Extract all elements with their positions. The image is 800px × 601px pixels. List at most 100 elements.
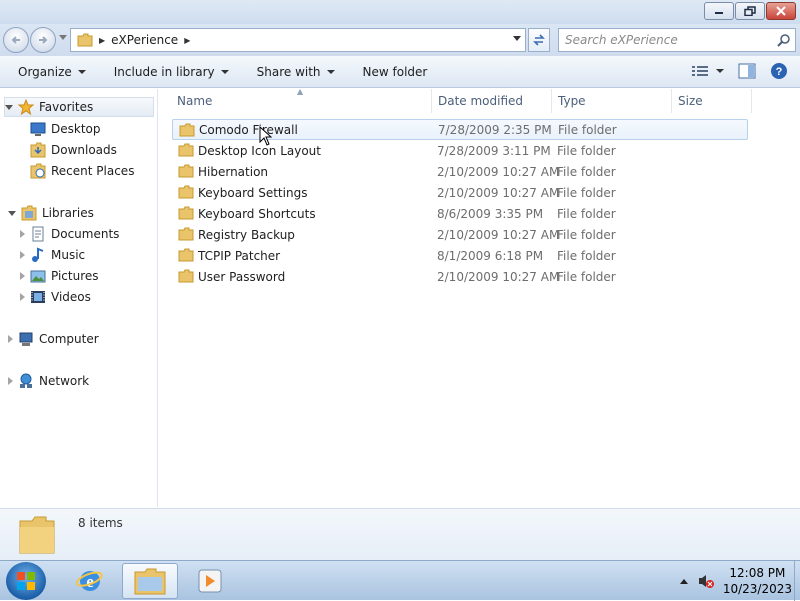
column-header-date-modified[interactable]: Date modified bbox=[432, 89, 552, 113]
nav-libraries[interactable]: Libraries bbox=[8, 203, 94, 223]
taskbar-internet-explorer[interactable]: e bbox=[62, 563, 118, 599]
expand-icon[interactable] bbox=[8, 335, 13, 343]
nav-libraries-label: Libraries bbox=[42, 206, 94, 220]
file-row[interactable]: Hibernation 2/10/2009 10:27 AM File fold… bbox=[172, 161, 748, 182]
search-icon[interactable] bbox=[777, 33, 791, 47]
include-in-library-label: Include in library bbox=[113, 64, 215, 79]
nav-documents[interactable]: Documents bbox=[20, 224, 119, 244]
column-header-name[interactable]: Name ▲ bbox=[159, 87, 432, 113]
nav-computer[interactable]: Computer bbox=[8, 329, 99, 349]
file-row[interactable]: User Password 2/10/2009 10:27 AM File fo… bbox=[172, 266, 748, 287]
taskbar: e 12:08 PM 10/23/2023 bbox=[0, 560, 800, 601]
view-details-icon bbox=[692, 66, 708, 76]
recent-places-icon bbox=[30, 163, 46, 179]
file-type: File folder bbox=[557, 269, 616, 284]
nav-downloads[interactable]: Downloads bbox=[30, 140, 117, 160]
expand-icon[interactable] bbox=[8, 210, 16, 216]
file-type: File folder bbox=[557, 227, 616, 242]
breadcrumb-separator-icon[interactable]: ▶ bbox=[184, 36, 190, 45]
nav-favorites[interactable]: Favorites bbox=[4, 97, 154, 117]
breadcrumb-separator-icon[interactable]: ▶ bbox=[99, 36, 105, 45]
file-type: File folder bbox=[558, 122, 617, 137]
start-button[interactable] bbox=[6, 562, 46, 600]
desktop-icon bbox=[30, 122, 46, 136]
column-header-size[interactable]: Size bbox=[672, 89, 752, 113]
internet-explorer-icon: e bbox=[75, 571, 103, 591]
expand-icon[interactable] bbox=[20, 293, 25, 301]
address-row: ▶ eXPerience ▶ Search eXPerience bbox=[0, 24, 800, 56]
include-in-library-button[interactable]: Include in library bbox=[114, 65, 229, 79]
folder-icon bbox=[77, 33, 93, 47]
folder-icon bbox=[178, 185, 194, 199]
folder-icon bbox=[178, 248, 194, 262]
column-header-name-label: Name bbox=[177, 94, 213, 108]
share-with-button[interactable]: Share with bbox=[257, 65, 335, 79]
forward-button[interactable] bbox=[30, 27, 56, 53]
back-button[interactable] bbox=[3, 27, 29, 53]
nav-videos[interactable]: Videos bbox=[20, 287, 91, 307]
system-clock[interactable]: 12:08 PM 10/23/2023 bbox=[723, 565, 792, 597]
mouse-cursor-icon bbox=[259, 126, 273, 146]
sort-ascending-icon: ▲ bbox=[297, 87, 304, 96]
search-input[interactable]: Search eXPerience bbox=[565, 33, 777, 47]
file-row[interactable]: Keyboard Settings 2/10/2009 10:27 AM Fil… bbox=[172, 182, 748, 203]
preview-pane-icon[interactable] bbox=[738, 63, 756, 79]
nav-desktop[interactable]: Desktop bbox=[30, 119, 101, 139]
nav-network[interactable]: Network bbox=[8, 371, 89, 391]
forward-arrow-icon bbox=[39, 36, 48, 44]
expand-icon[interactable] bbox=[20, 230, 25, 238]
show-hidden-icons-icon[interactable] bbox=[679, 577, 689, 585]
recent-pages-dropdown-icon[interactable] bbox=[59, 35, 67, 41]
nav-recent-places[interactable]: Recent Places bbox=[30, 161, 134, 181]
pictures-icon bbox=[30, 270, 46, 283]
file-date: 7/28/2009 2:35 PM bbox=[438, 122, 552, 137]
expand-icon[interactable] bbox=[8, 377, 13, 385]
expand-icon[interactable] bbox=[5, 104, 13, 110]
music-note-icon bbox=[32, 247, 44, 262]
search-box[interactable]: Search eXPerience bbox=[558, 28, 796, 52]
column-header-date-label: Date modified bbox=[438, 94, 524, 108]
file-date: 2/10/2009 10:27 AM bbox=[437, 185, 560, 200]
file-row[interactable]: Keyboard Shortcuts 8/6/2009 3:35 PM File… bbox=[172, 203, 748, 224]
file-row[interactable]: TCPIP Patcher 8/1/2009 6:18 PM File fold… bbox=[172, 245, 748, 266]
column-header-type[interactable]: Type bbox=[552, 89, 672, 113]
restore-button[interactable] bbox=[735, 2, 765, 20]
address-bar[interactable]: ▶ eXPerience ▶ bbox=[70, 28, 526, 52]
folder-icon bbox=[178, 227, 194, 241]
clock-time: 12:08 PM bbox=[729, 566, 786, 580]
file-name: Keyboard Shortcuts bbox=[198, 206, 316, 221]
breadcrumb-experience[interactable]: eXPerience bbox=[111, 33, 178, 47]
new-folder-button[interactable]: New folder bbox=[363, 65, 428, 79]
windows-logo-icon bbox=[17, 572, 35, 590]
close-button[interactable] bbox=[766, 2, 796, 20]
change-view-button[interactable] bbox=[692, 65, 724, 77]
nav-music[interactable]: Music bbox=[20, 245, 85, 265]
nav-pictures[interactable]: Pictures bbox=[20, 266, 99, 286]
expand-icon[interactable] bbox=[20, 272, 25, 280]
taskbar-media-player[interactable] bbox=[182, 563, 238, 599]
file-type: File folder bbox=[557, 164, 616, 179]
file-date: 2/10/2009 10:27 AM bbox=[437, 227, 560, 242]
large-folder-icon bbox=[19, 516, 55, 554]
nav-videos-label: Videos bbox=[51, 290, 91, 304]
documents-icon bbox=[32, 226, 44, 242]
file-name: Keyboard Settings bbox=[198, 185, 308, 200]
new-folder-label: New folder bbox=[362, 64, 428, 79]
help-icon[interactable]: ? bbox=[770, 62, 788, 80]
downloads-folder-icon bbox=[30, 142, 46, 158]
column-header-type-label: Type bbox=[558, 94, 586, 108]
volume-muted-icon[interactable] bbox=[697, 573, 715, 589]
expand-icon[interactable] bbox=[20, 251, 25, 259]
show-desktop-button[interactable] bbox=[794, 561, 800, 601]
refresh-button[interactable] bbox=[528, 28, 550, 52]
file-name: Comodo Firewall bbox=[199, 122, 298, 137]
file-row[interactable]: Registry Backup 2/10/2009 10:27 AM File … bbox=[172, 224, 748, 245]
chevron-down-icon bbox=[220, 69, 229, 74]
file-date: 7/28/2009 3:11 PM bbox=[437, 143, 551, 158]
folder-icon bbox=[178, 206, 194, 220]
minimize-button[interactable] bbox=[704, 2, 734, 20]
taskbar-windows-explorer[interactable] bbox=[122, 563, 178, 599]
organize-button[interactable]: Organize bbox=[18, 65, 86, 79]
address-dropdown-icon[interactable] bbox=[513, 36, 521, 42]
file-type: File folder bbox=[557, 206, 616, 221]
